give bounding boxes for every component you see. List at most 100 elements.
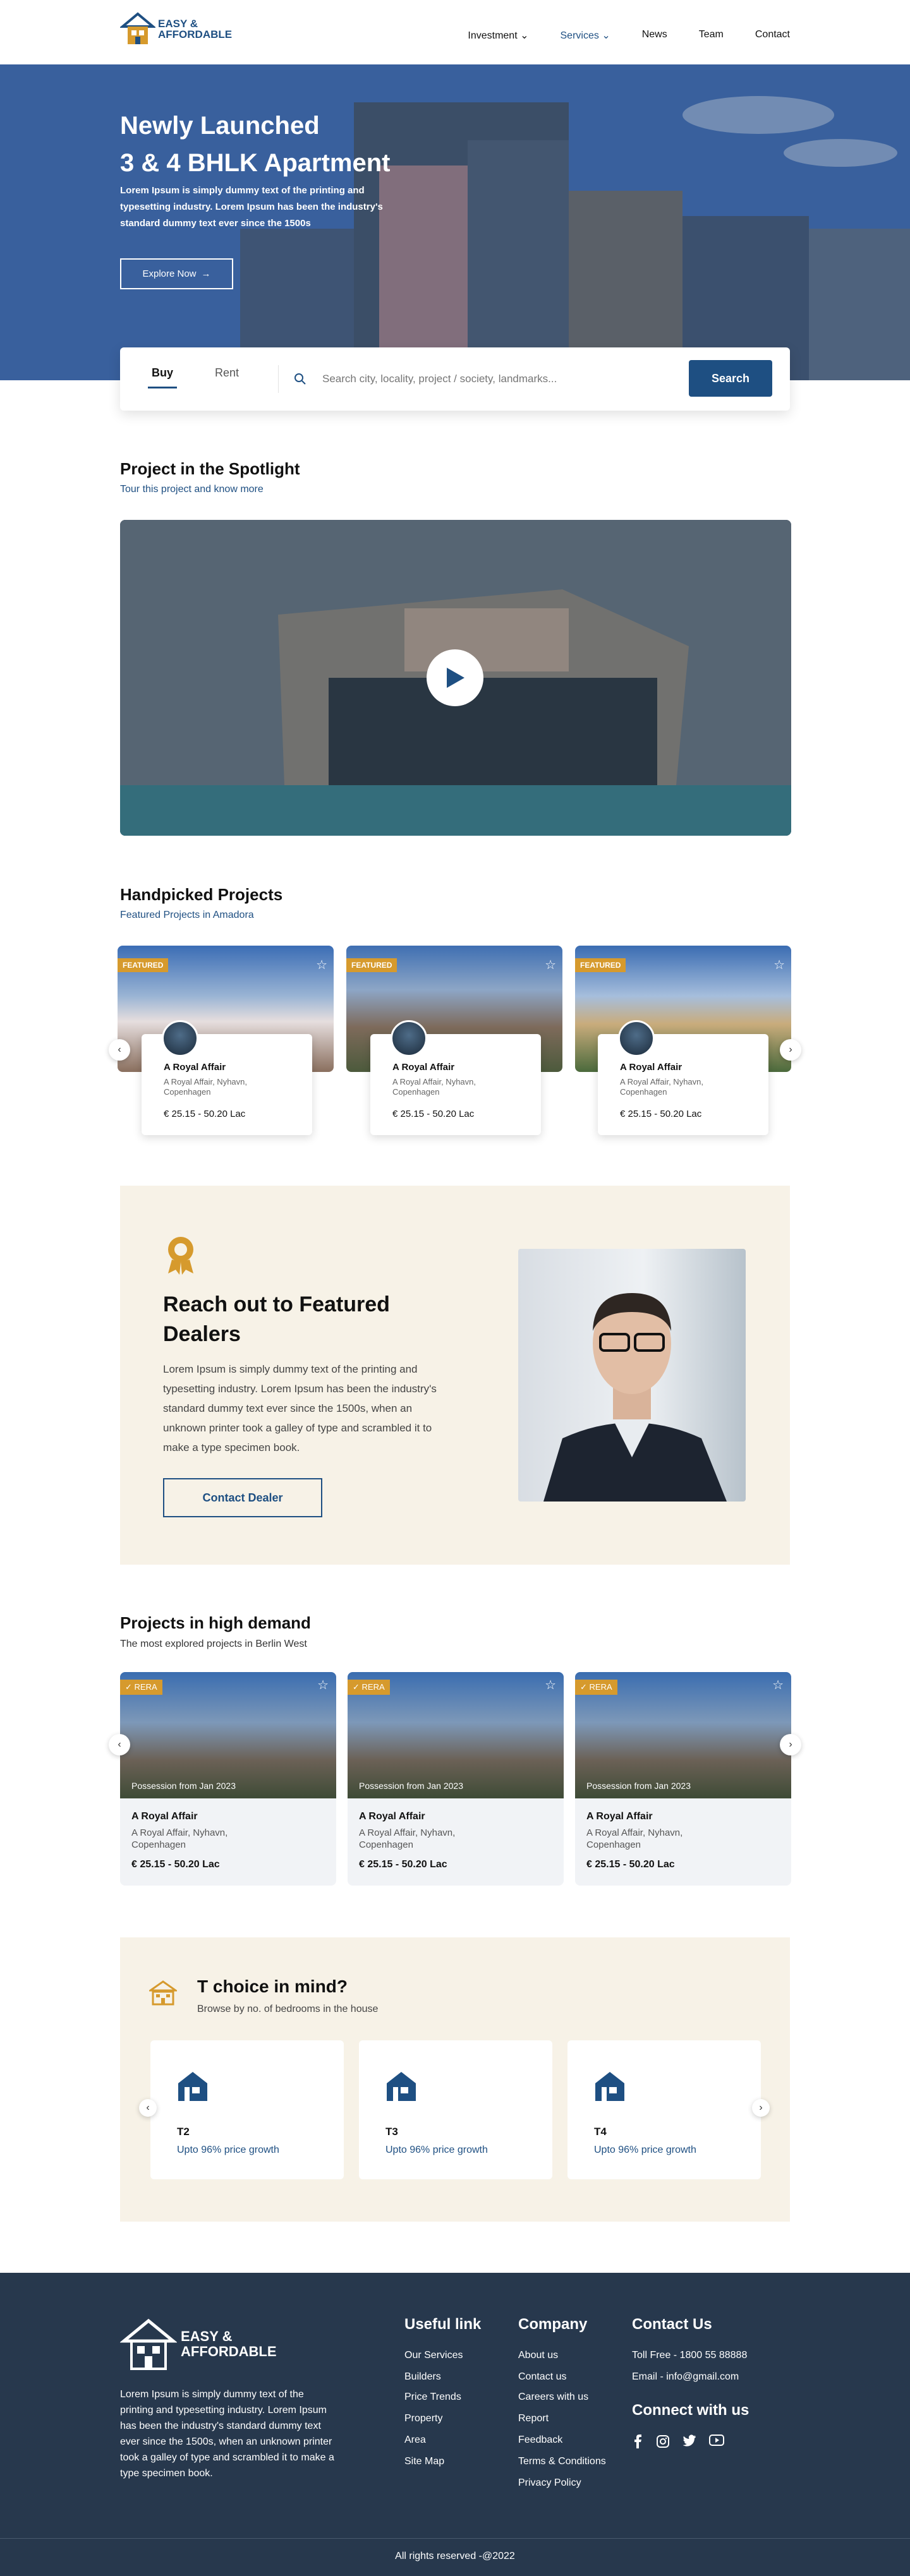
- possession-label: Possession from Jan 2023: [131, 1781, 236, 1791]
- project-name: A Royal Affair: [131, 1811, 198, 1822]
- nav-label: Investment: [468, 30, 518, 41]
- footer-link[interactable]: About us: [518, 2350, 558, 2361]
- footer-link[interactable]: Report: [518, 2413, 549, 2424]
- facebook-icon[interactable]: [632, 2435, 643, 2448]
- bedroom-choice-section: T choice in mind? Browse by no. of bedro…: [120, 1937, 790, 2222]
- project-price: € 25.15 - 50.20 Lac: [131, 1859, 220, 1870]
- nav-item-contact[interactable]: Contact: [755, 29, 790, 42]
- nav-item-services[interactable]: Services ⌄: [561, 29, 610, 42]
- play-button[interactable]: [427, 649, 483, 706]
- explore-now-button[interactable]: Explore Now →: [120, 258, 233, 289]
- star-icon[interactable]: ☆: [545, 957, 556, 973]
- footer-link[interactable]: Price Trends: [404, 2392, 461, 2403]
- bedroom-label: T2: [177, 2126, 190, 2138]
- footer-link[interactable]: Site Map: [404, 2456, 444, 2467]
- rera-badge: ✓ RERA: [120, 1680, 162, 1695]
- home-icon: [387, 2072, 416, 2101]
- bedroom-card[interactable]: T4 Upto 96% price growth: [567, 2040, 761, 2179]
- nav-item-news[interactable]: News: [642, 29, 667, 42]
- footer-link[interactable]: Property: [404, 2413, 442, 2424]
- chevron-right-icon: ›: [789, 1739, 792, 1750]
- hero-description: Lorem Ipsum is simply dummy text of the …: [120, 185, 383, 229]
- arrow-right-icon: →: [201, 268, 211, 279]
- footer-link[interactable]: Terms & Conditions: [518, 2456, 606, 2467]
- project-price: € 25.15 - 50.20 Lac: [620, 1109, 702, 1119]
- demand-card[interactable]: ✓ RERA ☆ Possession from Jan 2023 A Roya…: [120, 1672, 336, 1886]
- project-address: A Royal Affair, Nyhavn, Copenhagen: [620, 1077, 703, 1097]
- featured-badge: FEATURED: [346, 958, 397, 972]
- footer-link[interactable]: Area: [404, 2435, 426, 2446]
- footer-divider: [0, 2538, 910, 2539]
- search-input[interactable]: [322, 365, 651, 393]
- project-price: € 25.15 - 50.20 Lac: [164, 1109, 246, 1119]
- footer-about: Lorem Ipsum is simply dummy text of the …: [120, 2389, 334, 2479]
- footer-link[interactable]: Contact us: [518, 2371, 566, 2383]
- hero-title-line2: 3 & 4 BHLK Apartment: [120, 149, 391, 177]
- bedroom-card[interactable]: T3 Upto 96% price growth: [359, 2040, 552, 2179]
- handpicked-title: Handpicked Projects: [120, 885, 283, 904]
- project-info: A Royal Affair A Royal Affair, Nyhavn, C…: [370, 1020, 541, 1135]
- rera-badge: ✓ RERA: [575, 1680, 617, 1695]
- spotlight-video[interactable]: [120, 520, 791, 836]
- search-button[interactable]: Search: [689, 360, 772, 397]
- footer-link[interactable]: Feedback: [518, 2435, 562, 2446]
- featured-badge: FEATURED: [575, 958, 626, 972]
- star-icon[interactable]: ☆: [316, 957, 327, 973]
- demand-card[interactable]: ✓ RERA ☆ Possession from Jan 2023 A Roya…: [348, 1672, 564, 1886]
- carousel-next-button[interactable]: ›: [752, 2099, 770, 2117]
- nav-label: Services: [560, 30, 599, 41]
- nav-item-team[interactable]: Team: [699, 29, 724, 42]
- avatar: [618, 1020, 655, 1057]
- featured-badge: FEATURED: [118, 958, 169, 972]
- contact-dealer-button[interactable]: Contact Dealer: [163, 1478, 322, 1517]
- demand-card[interactable]: ✓ RERA ☆ Possession from Jan 2023 A Roya…: [575, 1672, 791, 1886]
- price-growth: Upto 96% price growth: [177, 2145, 279, 2155]
- logo[interactable]: EASY & AFFORDABLE: [120, 10, 232, 48]
- bedroom-card[interactable]: T2 Upto 96% price growth: [150, 2040, 344, 2179]
- footer-brand: EASY & AFFORDABLE: [181, 2329, 277, 2359]
- handpicked-subtitle: Featured Projects in Amadora: [120, 910, 254, 920]
- search-bar: Buy Rent Search: [120, 347, 790, 411]
- spotlight-subtitle: Tour this project and know more: [120, 484, 264, 495]
- carousel-next-button[interactable]: ›: [780, 1039, 801, 1061]
- tab-rent[interactable]: Rent: [215, 366, 239, 380]
- dealer-portrait-image: [543, 1293, 727, 1502]
- footer-link[interactable]: Our Services: [404, 2350, 463, 2361]
- footer-logo[interactable]: EASY & AFFORDABLE: [120, 2317, 277, 2371]
- brand-line1: EASY &: [181, 2328, 233, 2344]
- chevron-left-icon: ‹: [118, 1044, 121, 1055]
- chevron-left-icon: ‹: [118, 1739, 121, 1750]
- dealers-text: Lorem Ipsum is simply dummy text of the …: [163, 1363, 437, 1454]
- avatar: [162, 1020, 198, 1057]
- star-icon[interactable]: ☆: [317, 1677, 329, 1693]
- price-growth: Upto 96% price growth: [594, 2145, 696, 2155]
- project-name: A Royal Affair: [359, 1811, 425, 1822]
- email[interactable]: Email - info@gmail.com: [632, 2371, 739, 2383]
- home-icon: [178, 2072, 207, 2101]
- footer-link[interactable]: Builders: [404, 2371, 441, 2383]
- award-badge-icon: [168, 1237, 193, 1275]
- instagram-icon[interactable]: [656, 2435, 670, 2448]
- twitter-icon[interactable]: [682, 2435, 696, 2447]
- carousel-prev-button[interactable]: ‹: [109, 1734, 130, 1755]
- carousel-prev-button[interactable]: ‹: [109, 1039, 130, 1061]
- project-name: A Royal Affair: [164, 1062, 226, 1073]
- search-icon: [294, 373, 306, 385]
- carousel-next-button[interactable]: ›: [780, 1734, 801, 1755]
- star-icon[interactable]: ☆: [774, 957, 785, 973]
- rera-badge: ✓ RERA: [348, 1680, 390, 1695]
- footer-link[interactable]: Privacy Policy: [518, 2477, 581, 2489]
- house-logo-icon: [120, 12, 155, 44]
- nav-item-investment[interactable]: Investment ⌄: [468, 29, 528, 42]
- carousel-prev-button[interactable]: ‹: [139, 2099, 157, 2117]
- useful-links-title: Useful link: [404, 2316, 482, 2333]
- footer-link[interactable]: Careers with us: [518, 2392, 588, 2403]
- chevron-left-icon: ‹: [146, 2102, 150, 2113]
- tab-buy[interactable]: Buy: [147, 366, 178, 388]
- bedroom-label: T3: [385, 2126, 398, 2138]
- youtube-icon[interactable]: [709, 2435, 724, 2446]
- project-price: € 25.15 - 50.20 Lac: [586, 1859, 675, 1870]
- chevron-right-icon: ›: [759, 2102, 763, 2113]
- star-icon[interactable]: ☆: [545, 1677, 556, 1693]
- star-icon[interactable]: ☆: [772, 1677, 784, 1693]
